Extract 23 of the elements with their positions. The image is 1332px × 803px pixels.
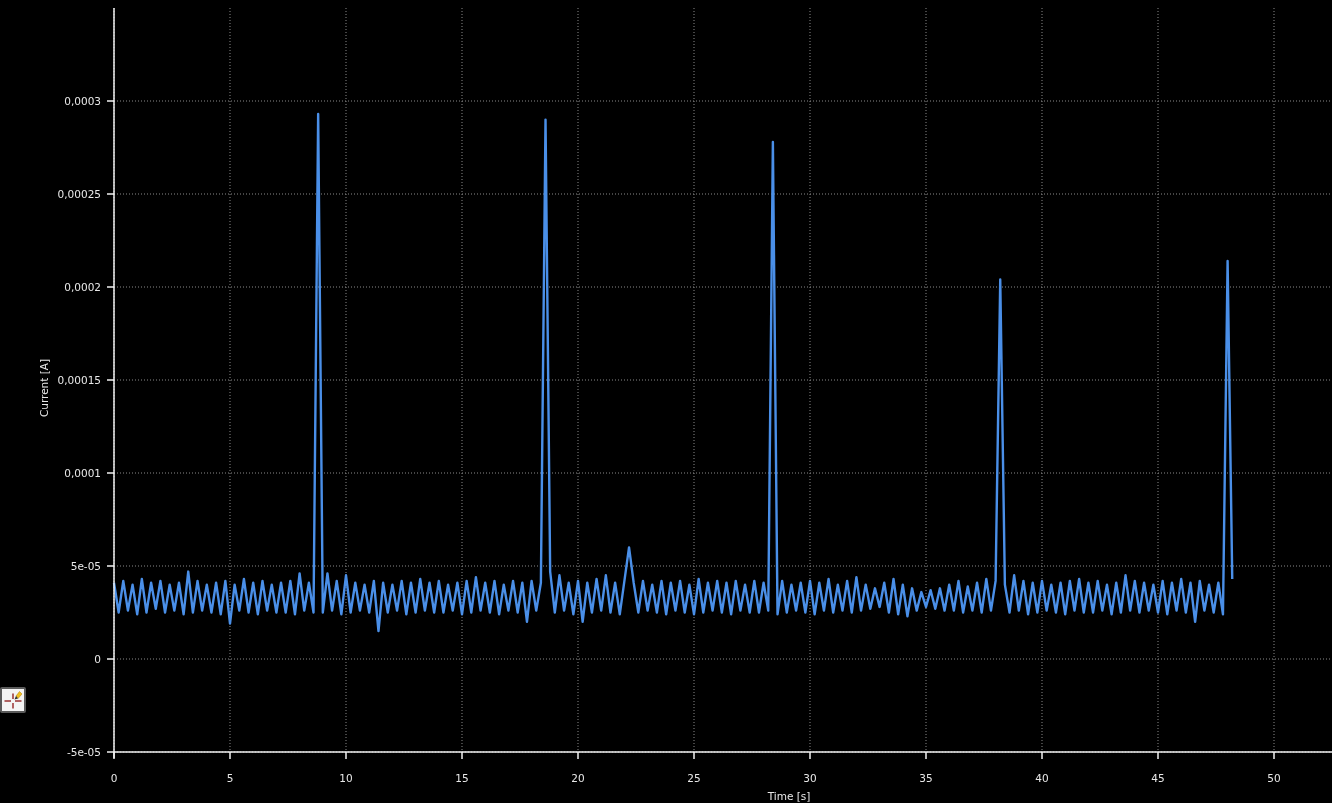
x-tick-label: 10 [339, 772, 353, 784]
x-tick-label: 45 [1151, 772, 1165, 784]
y-tick-label: 0,0002 [64, 281, 101, 293]
x-tick-label: 40 [1035, 772, 1049, 784]
crosshair-tool-button[interactable] [0, 687, 26, 713]
y-tick-label: 5e-05 [70, 560, 101, 572]
y-tick-label: 0,0001 [64, 467, 101, 479]
x-tick-label: 50 [1267, 772, 1281, 784]
y-tick-label: 0,00025 [57, 188, 101, 200]
y-tick-label: 0,00015 [57, 374, 101, 386]
y-axis-title: Current [A] [38, 358, 50, 418]
x-tick-label: 20 [571, 772, 585, 784]
y-tick-label: -5e-05 [66, 746, 101, 758]
x-tick-label: 25 [687, 772, 701, 784]
y-tick-label: 0 [94, 653, 101, 665]
x-tick-label: 0 [110, 772, 118, 784]
y-tick-label: 0,0003 [64, 95, 101, 107]
crosshair-pencil-icon [4, 691, 22, 709]
x-tick-label: 15 [455, 772, 469, 784]
x-axis-title: Time [s] [767, 790, 811, 802]
x-tick-label: 5 [226, 772, 234, 784]
x-tick-label: 35 [919, 772, 933, 784]
x-tick-label: 30 [803, 772, 817, 784]
